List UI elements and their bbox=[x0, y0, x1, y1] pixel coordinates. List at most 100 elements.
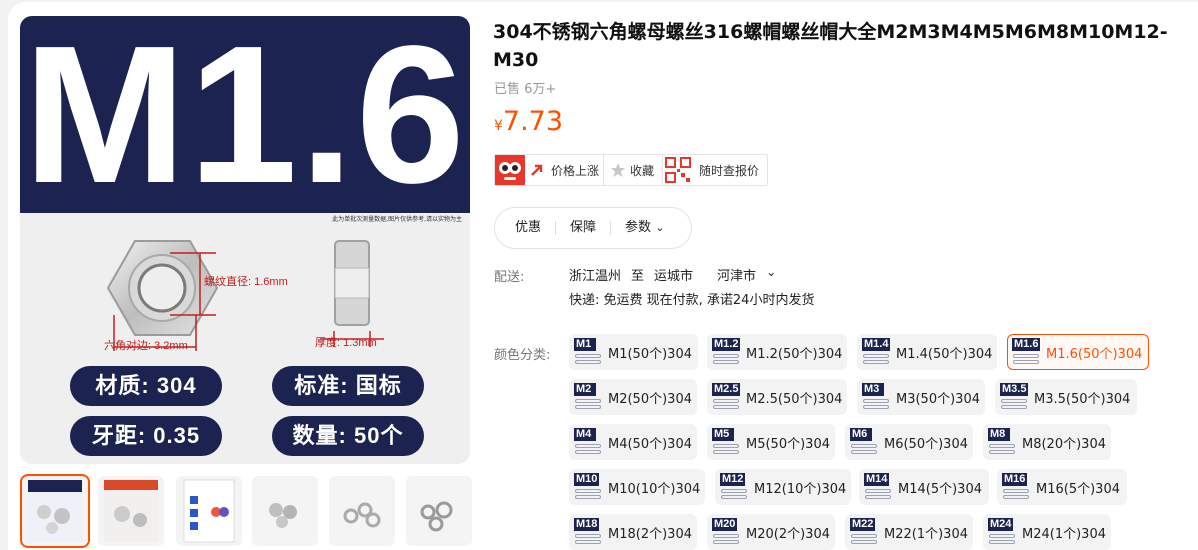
sku-thumbnail-icon: M2.5 bbox=[712, 383, 744, 411]
ship-from: 浙江温州 bbox=[569, 269, 622, 284]
favorite-button[interactable]: 收藏 bbox=[604, 155, 664, 185]
sku-thumbnail-nut-row bbox=[575, 405, 601, 409]
sku-option[interactable]: M3.5 M3.5(50个)304 bbox=[995, 379, 1137, 415]
price-currency: ¥ bbox=[494, 118, 503, 134]
sku-thumbnail-nut-row bbox=[575, 534, 601, 538]
sku-thumbnail-nut-row bbox=[575, 540, 601, 544]
sku-thumbnail-nut-row bbox=[1003, 495, 1029, 499]
sku-option-label: M1(50个)304 bbox=[608, 346, 692, 362]
sku-thumbnail-size: M20 bbox=[712, 518, 738, 531]
sku-thumbnail-icon: M20 bbox=[712, 518, 744, 546]
sku-thumbnail-nut-row bbox=[713, 399, 739, 403]
tab-params[interactable]: 参数 ⌄ bbox=[625, 221, 678, 235]
tab-discount[interactable]: 优惠 bbox=[515, 221, 557, 235]
price-alert-button[interactable]: 价格上涨 bbox=[495, 155, 605, 185]
sku-thumbnail-nut-row bbox=[989, 444, 1015, 448]
check-price-button[interactable]: 随时查报价 bbox=[663, 155, 767, 185]
sku-option[interactable]: M12 M12(10个)304 bbox=[715, 469, 851, 505]
location-chevron-down-icon[interactable]: ⌄ bbox=[766, 265, 776, 284]
sku-thumbnail-nut-row bbox=[575, 450, 601, 454]
sku-option-label: M2(50个)304 bbox=[608, 391, 692, 407]
info-tabs: 优惠 保障 参数 ⌄ bbox=[494, 207, 692, 249]
sku-thumbnail-size: M16 bbox=[1002, 473, 1028, 486]
thumbnail-5[interactable] bbox=[329, 476, 395, 546]
sku-option[interactable]: M16 M16(5个)304 bbox=[997, 469, 1127, 505]
sku-option[interactable]: M22 M22(1个)304 bbox=[845, 514, 973, 550]
sold-count: 已售 6万+ bbox=[494, 82, 557, 97]
ship-to-city[interactable]: 运城市 bbox=[654, 265, 693, 284]
sku-thumbnail-icon: M4 bbox=[574, 428, 606, 456]
pill-pitch: 牙距: 0.35 bbox=[70, 416, 222, 456]
sku-thumbnail-nut-row bbox=[851, 540, 877, 544]
sku-label: 颜色分类: bbox=[494, 348, 551, 363]
thumbnail-strip bbox=[20, 474, 475, 548]
arrow-up-right-icon bbox=[531, 164, 543, 176]
sku-thumbnail-icon: M12 bbox=[720, 473, 752, 501]
sku-option[interactable]: M4 M4(50个)304 bbox=[569, 424, 697, 460]
ship-to-district[interactable]: 河津市 bbox=[717, 265, 756, 284]
sku-option-label: M2.5(50个)304 bbox=[746, 391, 843, 407]
thumbnail-6[interactable] bbox=[406, 476, 472, 546]
sku-option[interactable]: M10 M10(10个)304 bbox=[569, 469, 705, 505]
sku-thumbnail-size: M3.5 bbox=[1000, 383, 1029, 396]
sku-option[interactable]: M1.6 M1.6(50个)304 bbox=[1007, 334, 1149, 370]
sku-thumbnail-nut-row bbox=[721, 495, 747, 499]
sku-thumbnail-icon: M1.2 bbox=[712, 338, 744, 366]
price-value: 7.73 bbox=[502, 106, 564, 137]
sku-option-label: M24(1个)304 bbox=[1022, 526, 1106, 542]
sku-thumbnail-size: M18 bbox=[574, 518, 600, 531]
tab-guarantee[interactable]: 保障 bbox=[570, 221, 612, 235]
favorite-label: 收藏 bbox=[630, 163, 655, 178]
sku-thumbnail-size: M6 bbox=[850, 428, 872, 441]
thumbnail-1[interactable] bbox=[20, 474, 90, 548]
sku-thumbnail-nut-row bbox=[575, 360, 601, 364]
sku-thumbnail-size: M1.2 bbox=[712, 338, 741, 351]
sku-thumbnail-icon: M6 bbox=[850, 428, 882, 456]
sku-thumbnail-size: M4 bbox=[574, 428, 596, 441]
sku-thumbnail-nut-row bbox=[863, 360, 889, 364]
sku-option[interactable]: M3 M3(50个)304 bbox=[857, 379, 985, 415]
sku-thumbnail-nut-row bbox=[1001, 399, 1027, 403]
sku-thumbnail-nut-row bbox=[1013, 354, 1039, 358]
sku-thumbnail-nut-row bbox=[851, 534, 877, 538]
sku-option[interactable]: M1.4 M1.4(50个)304 bbox=[857, 334, 997, 370]
sku-thumbnail-nut-row bbox=[851, 450, 877, 454]
sku-option-label: M14(5个)304 bbox=[898, 481, 982, 497]
image-disclaimer: 此为单批次测量数据,图片仅供参考,请以实物为主 bbox=[332, 216, 462, 223]
product-title: 304不锈钢六角螺母螺丝316螺帽螺丝帽大全M2M3M4M5M6M8M10M12… bbox=[493, 21, 1168, 71]
sku-option[interactable]: M2 M2(50个)304 bbox=[569, 379, 697, 415]
sku-thumbnail-nut-row bbox=[713, 450, 739, 454]
thumbnail-2[interactable] bbox=[98, 476, 164, 546]
sku-thumbnail-nut-row bbox=[575, 495, 601, 499]
tab-params-label: 参数 bbox=[625, 220, 652, 235]
sku-thumbnail-size: M2.5 bbox=[712, 383, 741, 396]
sku-option-label: M20(2个)304 bbox=[746, 526, 830, 542]
sku-option-label: M3(50个)304 bbox=[896, 391, 980, 407]
sku-thumbnail-icon: M3 bbox=[862, 383, 894, 411]
sku-option[interactable]: M1.2 M1.2(50个)304 bbox=[707, 334, 847, 370]
sku-option-label: M10(10个)304 bbox=[608, 481, 701, 497]
sku-thumbnail-icon: M22 bbox=[850, 518, 882, 546]
sku-thumbnail-nut-row bbox=[851, 444, 877, 448]
sku-thumbnail-size: M5 bbox=[712, 428, 734, 441]
sku-option[interactable]: M5 M5(50个)304 bbox=[707, 424, 835, 460]
sku-option[interactable]: M6 M6(50个)304 bbox=[845, 424, 973, 460]
sku-option[interactable]: M8 M8(20个)304 bbox=[983, 424, 1111, 460]
sku-thumbnail-nut-row bbox=[721, 489, 747, 493]
main-product-image[interactable]: M1.6 此为单批次测量数据,图片仅供参考,请以实物为主 螺纹直径: 1.6mm… bbox=[20, 16, 470, 464]
sku-option[interactable]: M18 M18(2个)304 bbox=[569, 514, 697, 550]
thumbnail-4[interactable] bbox=[252, 476, 318, 546]
sku-thumbnail-nut-row bbox=[713, 354, 739, 358]
sku-option[interactable]: M1 M1(50个)304 bbox=[569, 334, 698, 370]
action-bar: 价格上涨 收藏 随时查报价 bbox=[494, 154, 769, 186]
thumbnail-3[interactable] bbox=[176, 476, 242, 546]
sku-thumbnail-nut-row bbox=[575, 489, 601, 493]
sku-thumbnail-size: M1 bbox=[574, 338, 596, 351]
sku-option[interactable]: M24 M24(1个)304 bbox=[983, 514, 1111, 550]
sku-option[interactable]: M14 M14(5个)304 bbox=[859, 469, 989, 505]
sku-option[interactable]: M2.5 M2.5(50个)304 bbox=[707, 379, 847, 415]
sku-thumbnail-icon: M18 bbox=[574, 518, 606, 546]
sku-option[interactable]: M20 M20(2个)304 bbox=[707, 514, 835, 550]
sku-option-label: M22(1个)304 bbox=[884, 526, 968, 542]
sku-option-label: M1.2(50个)304 bbox=[746, 346, 843, 362]
